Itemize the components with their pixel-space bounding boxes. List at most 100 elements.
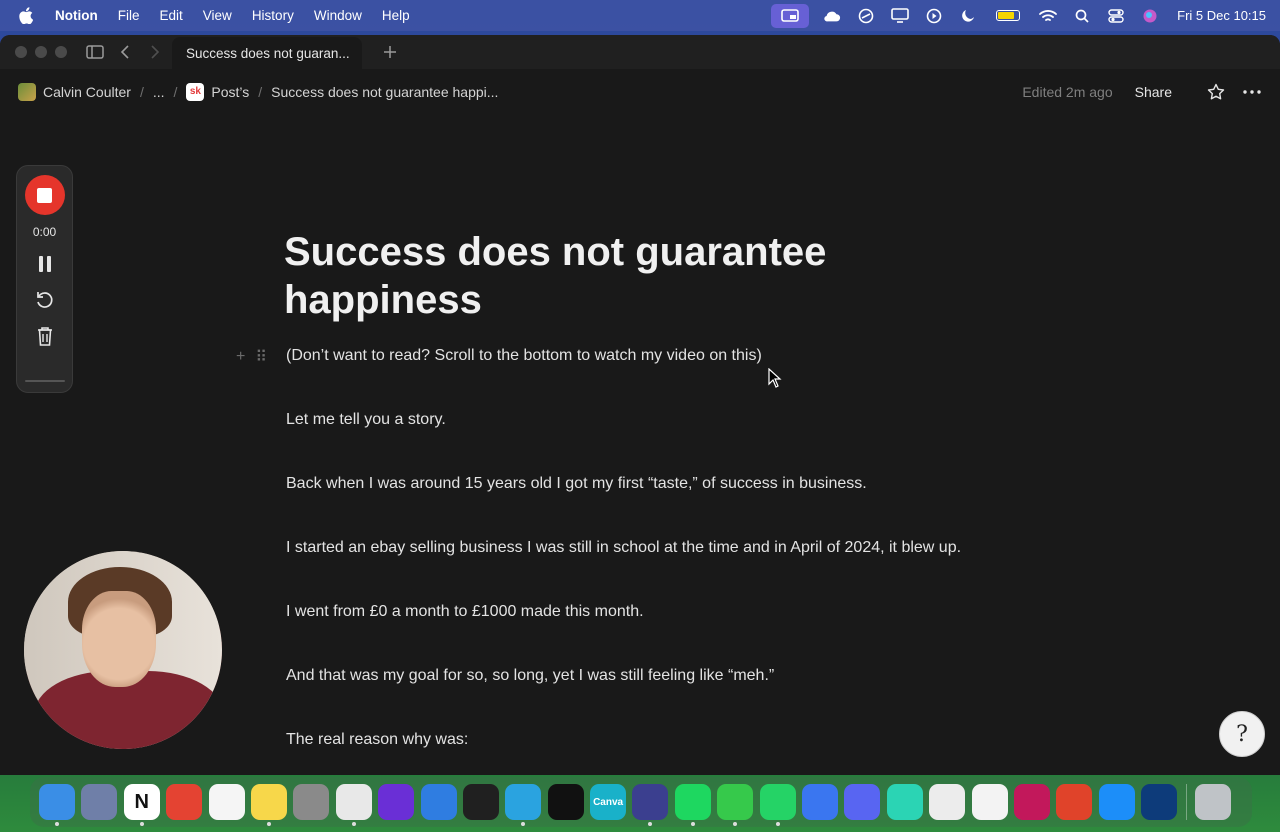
tab-bar: Success does not guaran... (0, 35, 1280, 69)
siri-icon[interactable] (1141, 7, 1159, 25)
topbar-actions: Edited 2m ago Share (1022, 82, 1262, 102)
drag-handle-icon[interactable]: ⠿ (255, 347, 267, 367)
webcam-bubble[interactable] (24, 551, 222, 749)
running-indicator (139, 822, 144, 826)
cloud-icon[interactable] (823, 7, 841, 25)
restart-icon[interactable] (34, 289, 56, 311)
recording-progress-bar (24, 380, 65, 382)
running-indicator (775, 822, 780, 826)
paragraph[interactable]: And that was my goal for so, so long, ye… (286, 667, 774, 685)
photos-icon[interactable] (971, 784, 1008, 820)
breadcrumb-separator: / (173, 83, 178, 100)
search-icon[interactable] (1073, 7, 1091, 25)
chrome-icon[interactable] (335, 784, 372, 826)
instruments-icon[interactable] (420, 784, 457, 820)
paragraph[interactable]: I went from £0 a month to £1000 made thi… (286, 603, 644, 621)
menu-window[interactable]: Window (314, 8, 362, 23)
block-handle: + ⠿ (236, 347, 277, 367)
paragraph[interactable]: (Don’t want to read? Scroll to the botto… (286, 347, 762, 365)
forward-arrow-icon[interactable] (145, 42, 165, 62)
telegram-icon[interactable] (505, 784, 542, 826)
moon-icon[interactable] (959, 7, 977, 25)
close-window-button[interactable] (15, 46, 27, 58)
notion-icon[interactable]: N (123, 784, 160, 826)
messages-icon[interactable] (717, 784, 754, 826)
screen-recording-icon[interactable] (771, 3, 810, 28)
parent-page-logo: sk (186, 82, 205, 101)
vpn-icon[interactable] (632, 784, 669, 826)
tab-current-page[interactable]: Success does not guaran... (172, 37, 362, 69)
claude-like-icon[interactable] (929, 784, 966, 820)
paragraph[interactable]: I started an ebay selling business I was… (286, 539, 961, 557)
apple-logo-icon[interactable] (19, 7, 39, 24)
signal-icon[interactable] (802, 784, 839, 820)
macos-dock: N Canva (30, 777, 1252, 827)
spotify-icon[interactable] (674, 784, 711, 826)
breadcrumb-separator: / (139, 83, 144, 100)
trash-icon[interactable] (1194, 784, 1231, 820)
menu-app-notion[interactable]: Notion (55, 8, 98, 23)
capcut-icon[interactable] (547, 784, 584, 820)
system-settings-icon[interactable] (293, 784, 330, 820)
macos-menubar: Notion File Edit View History Window Hel… (0, 0, 1280, 31)
screen-studio-icon[interactable] (886, 784, 923, 820)
display-icon[interactable] (891, 7, 909, 25)
battery-icon[interactable] (993, 7, 1023, 25)
menu-edit[interactable]: Edit (160, 8, 183, 23)
minimize-window-button[interactable] (35, 46, 47, 58)
whatsapp-icon[interactable] (759, 784, 796, 826)
page-title[interactable]: Success does not guarantee happiness (284, 228, 904, 324)
pause-icon[interactable] (34, 253, 56, 275)
recording-controls: 0:00 (16, 165, 73, 393)
menu-history[interactable]: History (252, 8, 294, 23)
todoist-icon[interactable] (166, 784, 203, 820)
back-arrow-icon[interactable] (115, 42, 135, 62)
notion-icon-label: N (134, 790, 149, 813)
launchpad-icon[interactable] (81, 784, 118, 820)
recording-timer: 0:00 (32, 225, 57, 239)
paragraph[interactable]: Let me tell you a story. (286, 411, 446, 429)
share-button[interactable]: Share (1135, 84, 1172, 100)
breadcrumb-workspace[interactable]: Calvin Coulter (43, 84, 131, 100)
dock-separator (1185, 784, 1187, 820)
final-cut-icon[interactable] (1141, 784, 1178, 820)
running-indicator (733, 822, 738, 826)
circle-slash-icon[interactable] (857, 7, 875, 25)
stop-recording-button[interactable] (24, 175, 65, 215)
canva-icon-label: Canva (593, 796, 624, 808)
menu-file[interactable]: File (118, 8, 140, 23)
paragraph[interactable]: Back when I was around 15 years old I go… (286, 475, 867, 493)
new-tab-plus-icon[interactable] (380, 42, 400, 62)
breadcrumb-separator: / (258, 83, 263, 100)
menu-view[interactable]: View (203, 8, 232, 23)
control-center-icon[interactable] (1107, 7, 1125, 25)
running-indicator (648, 822, 653, 826)
canva-icon[interactable]: Canva (590, 784, 627, 820)
running-indicator (266, 822, 271, 826)
menu-help[interactable]: Help (382, 8, 410, 23)
breadcrumb-ellipsis[interactable]: ... (153, 84, 165, 100)
menubar-clock[interactable]: Fri 5 Dec 10:15 (1177, 8, 1266, 23)
notes-icon[interactable] (250, 784, 287, 826)
sidebar-toggle-icon[interactable] (85, 42, 105, 62)
breadcrumb-current[interactable]: Success does not guarantee happi... (271, 84, 498, 100)
paragraph[interactable]: The real reason why was: (286, 731, 468, 749)
finder-icon[interactable] (39, 784, 75, 826)
notion-help-face-icon[interactable]: ? (1219, 711, 1265, 757)
star-icon[interactable] (1206, 82, 1226, 102)
capcut-audio-icon[interactable] (462, 784, 499, 820)
menubar-status-area: Fri 5 Dec 10:15 (771, 0, 1280, 31)
reminders-icon[interactable] (208, 784, 245, 820)
add-block-icon[interactable]: + (236, 348, 245, 366)
trash-icon[interactable] (34, 325, 56, 347)
feather-icon[interactable] (1056, 784, 1093, 820)
app-store-icon[interactable] (1098, 784, 1135, 820)
discord-icon[interactable] (844, 784, 881, 820)
arc-icon[interactable] (378, 784, 415, 820)
zoom-window-button[interactable] (55, 46, 67, 58)
play-circle-icon[interactable] (925, 7, 943, 25)
more-options-icon[interactable] (1242, 82, 1262, 102)
wifi-icon[interactable] (1039, 7, 1058, 25)
breadcrumb-parent[interactable]: Post’s (211, 84, 249, 100)
cleanshot-icon[interactable] (1013, 784, 1050, 820)
